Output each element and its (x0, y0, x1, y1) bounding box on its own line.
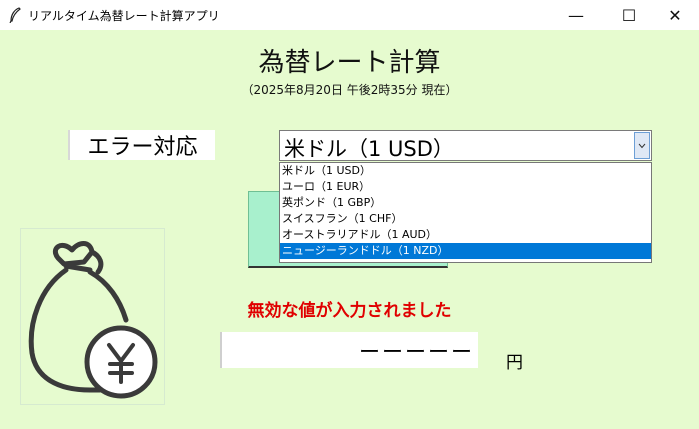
dropdown-option-chf[interactable]: スイスフラン（1 CHF） (280, 211, 651, 227)
dropdown-option-aud[interactable]: オーストラリアドル（1 AUD） (280, 227, 651, 243)
close-button[interactable]: ✕ (652, 0, 698, 30)
maximize-button[interactable]: ☐ (606, 0, 652, 30)
dropdown-option-nzd[interactable]: ニュージーランドドル（1 NZD） (280, 243, 651, 259)
dropdown-option-usd[interactable]: 米ドル（1 USD） (280, 163, 651, 179)
amount-input[interactable]: エラー対応 (68, 130, 215, 160)
chevron-down-icon[interactable] (634, 132, 650, 159)
result-display: ーーーーー (220, 332, 478, 368)
minimize-button[interactable]: — (553, 0, 599, 30)
amount-input-value: エラー対応 (87, 135, 198, 160)
currency-select-value: 米ドル（1 USD） (284, 137, 454, 161)
currency-unit-label: 円 (506, 353, 523, 373)
result-value: ーーーーー (359, 340, 474, 364)
feather-icon (9, 7, 21, 23)
currency-select[interactable]: 米ドル（1 USD） (279, 130, 652, 161)
timestamp-subtitle: （2025年8月20日 午後2時35分 現在） (241, 83, 458, 97)
error-message: 無効な値が入力されました (247, 301, 452, 321)
title-bar: リアルタイム為替レート計算アプリ — ☐ ✕ (0, 0, 699, 30)
page-title: 為替レート計算 (258, 48, 441, 78)
dropdown-option-gbp[interactable]: 英ポンド（1 GBP） (280, 195, 651, 211)
dropdown-option-eur[interactable]: ユーロ（1 EUR） (280, 179, 651, 195)
window-title: リアルタイム為替レート計算アプリ (28, 9, 220, 23)
currency-dropdown-list[interactable]: 米ドル（1 USD） ユーロ（1 EUR） 英ポンド（1 GBP） スイスフラン… (279, 162, 652, 263)
